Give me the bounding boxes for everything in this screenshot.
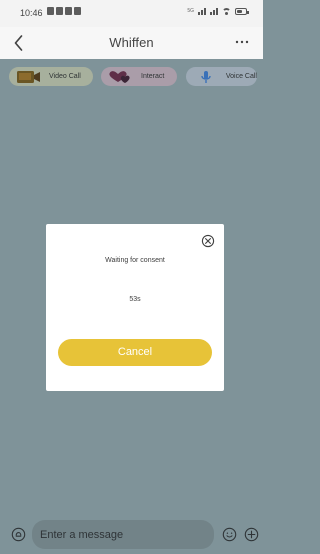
battery-level: [237, 9, 242, 13]
status-bar: 10:46 5G: [0, 0, 263, 27]
message-input[interactable]: [32, 520, 214, 549]
more-options-button[interactable]: [233, 35, 251, 49]
voice-call-button[interactable]: Voice Call: [186, 67, 257, 86]
status-notification-icons: [47, 7, 81, 15]
chat-header: Whiffen: [0, 27, 263, 59]
close-icon: [201, 234, 215, 248]
interact-label: Interact: [141, 73, 165, 80]
plus-button[interactable]: [244, 527, 259, 542]
video-call-button[interactable]: Video Call: [9, 67, 93, 86]
close-button[interactable]: [201, 234, 215, 248]
location-icon: [74, 7, 81, 15]
status-system-icons: 5G: [187, 7, 249, 15]
interact-button[interactable]: Interact: [101, 67, 177, 86]
heart-interact-icon: [107, 70, 135, 84]
shield-icon: [56, 7, 63, 15]
battery-icon: [235, 7, 249, 15]
countdown-text: 53s: [129, 296, 141, 303]
emoji-icon: [222, 527, 237, 542]
emoji-button[interactable]: [222, 527, 237, 542]
network-icon: 5G: [187, 8, 194, 14]
more-horizontal-icon: [235, 40, 249, 44]
voice-call-label: Voice Call: [225, 73, 257, 80]
chat-actions: Video Call Interact Voice Call: [0, 59, 263, 93]
consent-message: Waiting for consent: [105, 257, 165, 264]
voice-input-icon: [11, 527, 26, 542]
microphone-icon: [192, 70, 220, 84]
cancel-button[interactable]: Cancel: [58, 339, 212, 366]
message-composer: [0, 516, 263, 554]
consent-dialog: Waiting for consent 53s Cancel: [46, 224, 224, 391]
wifi-icon: [222, 7, 231, 15]
message-icon: [65, 7, 72, 15]
signal-icon: [198, 7, 206, 15]
app-notification-icon: [47, 7, 54, 15]
voice-input-button[interactable]: [11, 527, 26, 542]
chat-title: Whiffen: [109, 35, 154, 50]
plus-icon: [244, 527, 259, 542]
video-camera-icon: [15, 70, 43, 84]
signal-icon-secondary: [210, 7, 218, 15]
status-time: 10:46: [20, 8, 43, 18]
video-call-label: Video Call: [49, 73, 81, 80]
